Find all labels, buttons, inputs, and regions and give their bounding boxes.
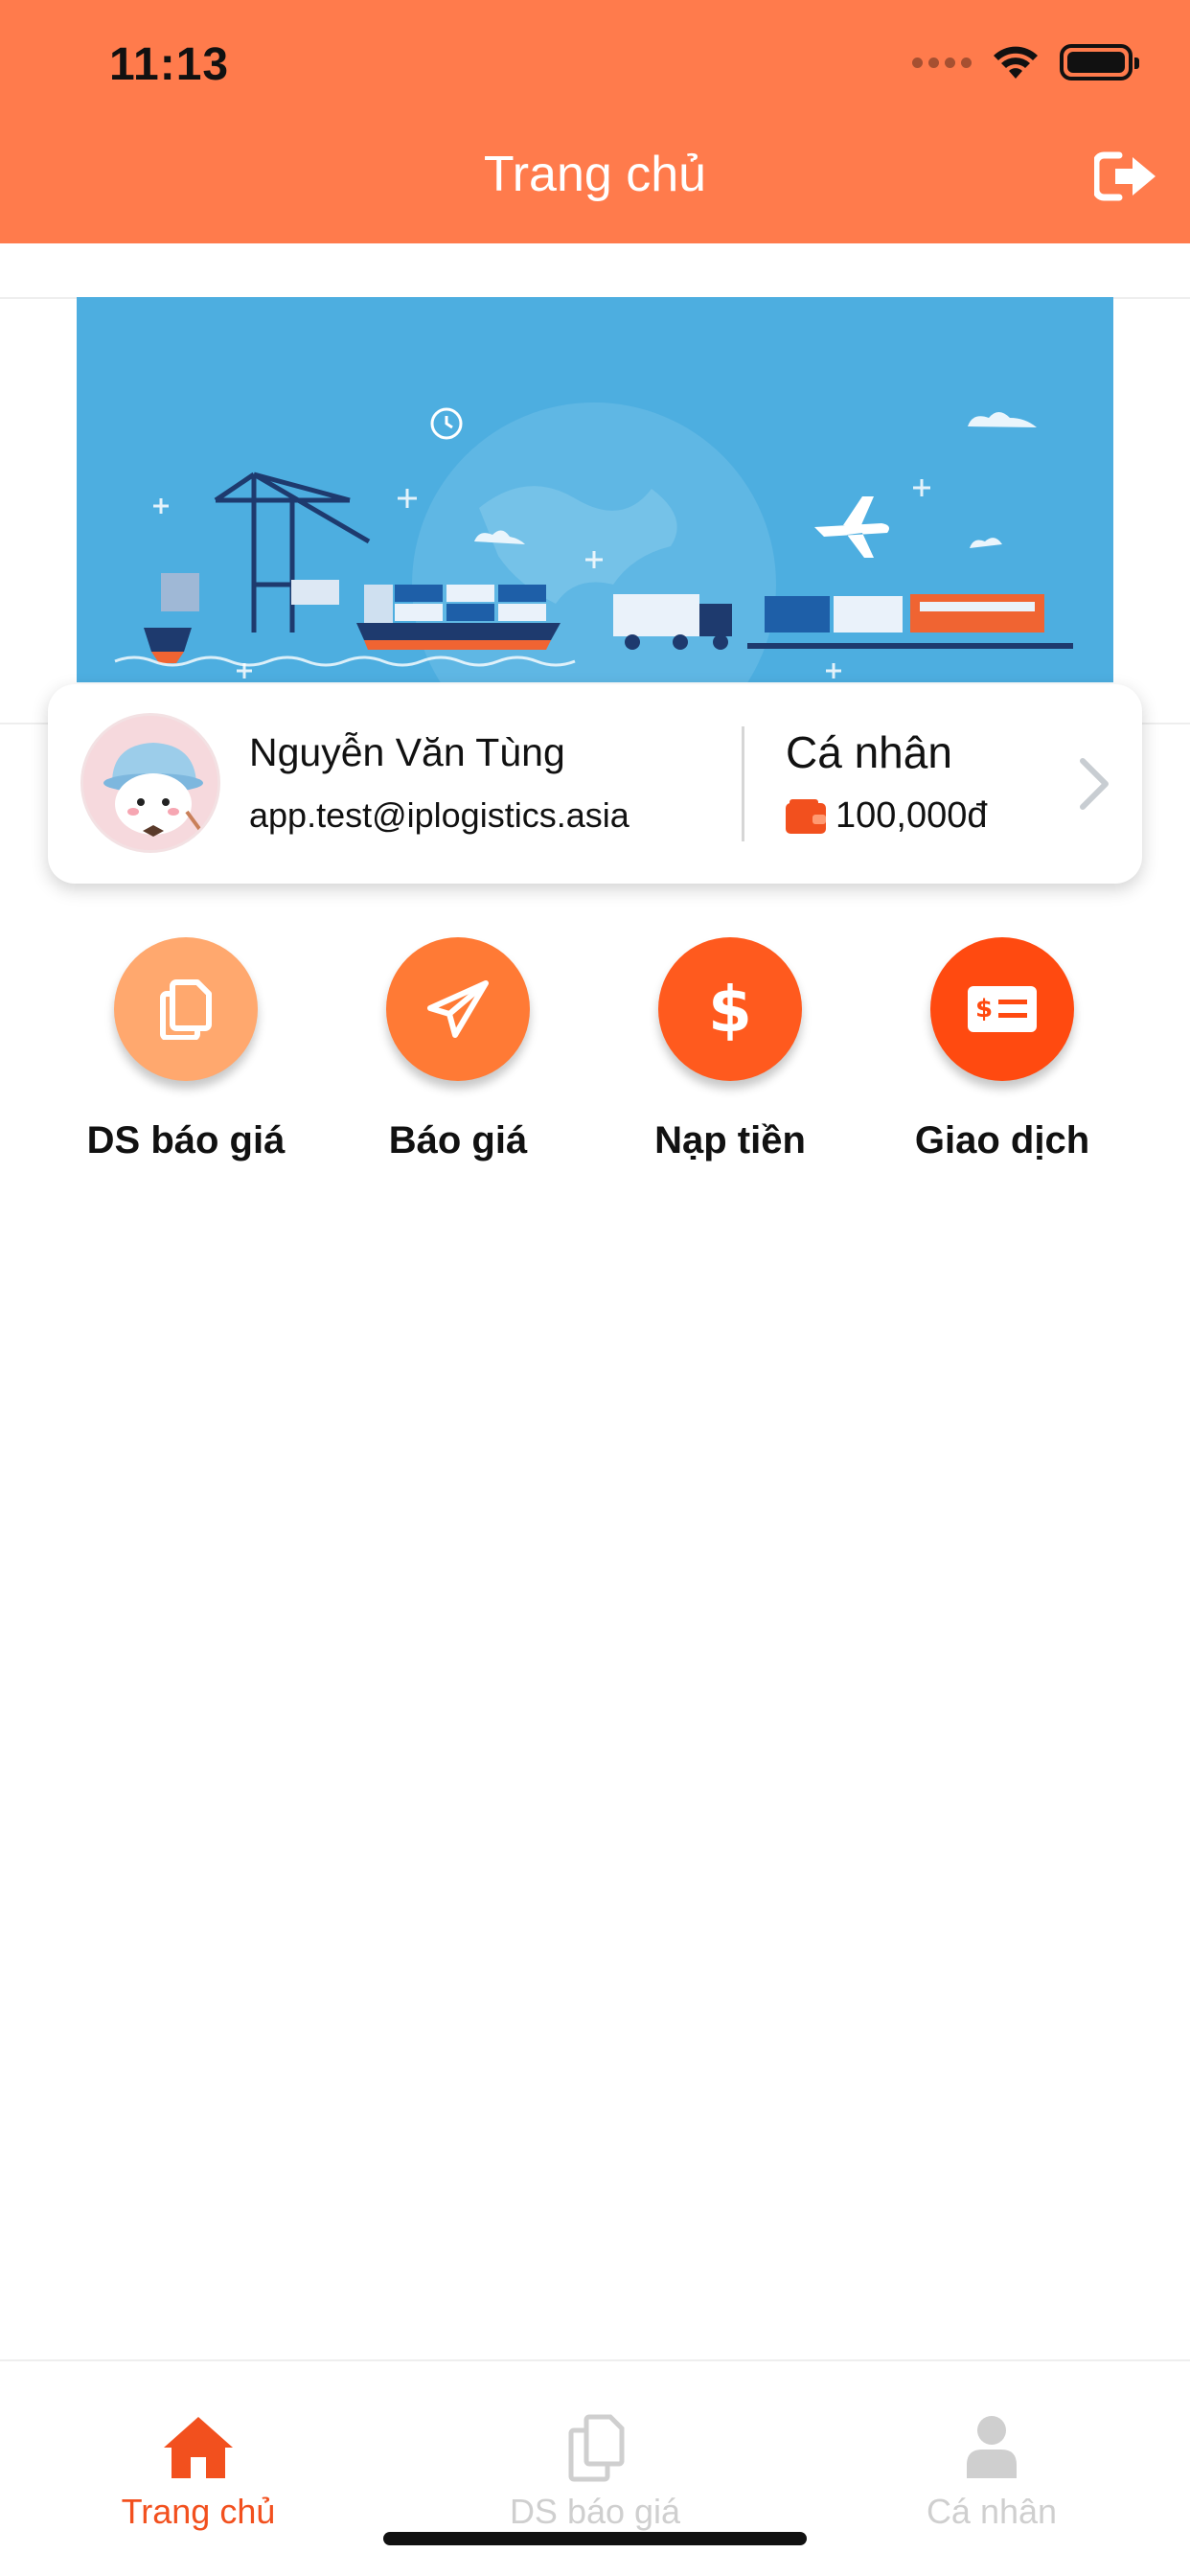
user-email: app.test@iplogistics.asia <box>249 795 629 835</box>
status-time: 11:13 <box>109 39 230 90</box>
signal-icon <box>912 57 972 68</box>
home-icon <box>164 2417 233 2478</box>
svg-text:$: $ <box>975 995 993 1024</box>
profile-card[interactable]: Nguyễn Văn Tùng app.test@iplogistics.asi… <box>48 684 1142 884</box>
user-name: Nguyễn Văn Tùng <box>249 730 565 774</box>
chevron-right-icon[interactable] <box>1077 757 1111 811</box>
logout-icon[interactable] <box>1094 150 1157 203</box>
tab-home[interactable]: Trang chủ <box>0 2361 397 2531</box>
action-deposit[interactable]: $ Nạp tiền <box>606 937 855 1162</box>
paper-plane-icon[interactable] <box>386 937 530 1081</box>
wallet-balance: 100,000đ <box>835 795 988 836</box>
action-quote[interactable]: Báo giá <box>333 937 583 1162</box>
tab-profile[interactable]: Cá nhân <box>793 2361 1190 2531</box>
app-header: 11:13 Trang chủ <box>0 0 1190 243</box>
logistics-banner[interactable] <box>77 297 1113 682</box>
user-icon <box>967 2416 1017 2478</box>
home-indicator <box>383 2532 807 2545</box>
action-label: Nạp tiền <box>654 1119 806 1162</box>
wallet-icon <box>786 799 826 834</box>
page-title: Trang chủ <box>483 147 707 202</box>
account-type: Cá nhân <box>786 727 952 777</box>
tab-label: Cá nhân <box>926 2492 1058 2531</box>
divider <box>742 726 744 841</box>
logistics-illustration <box>77 297 1113 682</box>
avatar <box>80 713 220 853</box>
documents-icon[interactable] <box>114 937 258 1081</box>
status-icons <box>912 44 1139 80</box>
action-label: Báo giá <box>388 1119 528 1162</box>
tab-quote-list[interactable]: DS báo giá <box>397 2361 793 2531</box>
quick-actions: DS báo giá Báo giá $ Nạp tiền $ Giao dịc… <box>0 937 1190 1167</box>
tab-label: Trang chủ <box>121 2492 276 2531</box>
documents-icon <box>568 2414 625 2482</box>
battery-icon <box>1060 44 1139 80</box>
dollar-icon[interactable]: $ <box>658 937 802 1081</box>
action-label: DS báo giá <box>86 1119 286 1162</box>
action-label: Giao dịch <box>914 1119 1090 1162</box>
bill-icon[interactable]: $ <box>930 937 1074 1081</box>
action-transactions[interactable]: $ Giao dịch <box>878 937 1127 1162</box>
tab-label: DS báo giá <box>509 2492 681 2531</box>
wifi-icon <box>994 46 1038 79</box>
action-quote-list[interactable]: DS báo giá <box>61 937 310 1162</box>
